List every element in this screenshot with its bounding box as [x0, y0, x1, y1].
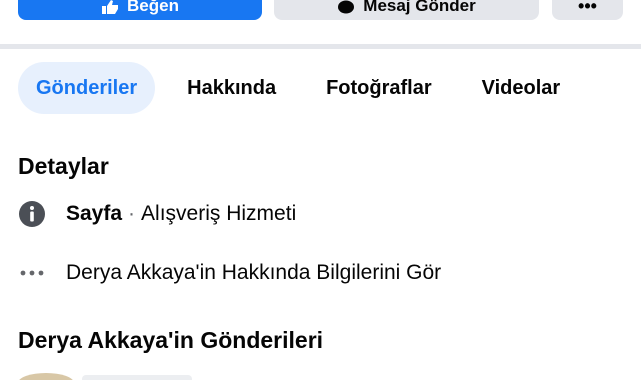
- messenger-icon: [337, 0, 355, 14]
- page-category: Alışveriş Hizmeti: [141, 202, 297, 225]
- tab-videos[interactable]: Videolar: [464, 62, 579, 114]
- like-button-label: Beğen: [127, 0, 179, 15]
- page-root: Beğen Mesaj Gönder ••• Gönderiler Hakkın…: [0, 0, 641, 380]
- section-divider: [0, 44, 641, 49]
- profile-tabs: Gönderiler Hakkında Fotoğraflar Videolar: [18, 62, 578, 114]
- more-options-button[interactable]: •••: [552, 0, 623, 20]
- page-type-row: Sayfa · Alışveriş Hizmeti: [18, 200, 296, 228]
- tab-about[interactable]: Hakkında: [169, 62, 294, 114]
- send-message-label: Mesaj Gönder: [363, 0, 476, 15]
- post-author-name[interactable]: [82, 375, 192, 380]
- avatar[interactable]: [18, 373, 74, 380]
- send-message-button[interactable]: Mesaj Gönder: [274, 0, 539, 20]
- ellipsis-icon: [18, 259, 46, 287]
- page-type-separator: ·: [128, 202, 136, 225]
- more-icon: •••: [578, 0, 597, 16]
- like-icon: [101, 0, 119, 14]
- page-type-label: Sayfa: [66, 202, 123, 225]
- details-heading: Detaylar: [18, 153, 109, 179]
- profile-actions: Beğen Mesaj Gönder •••: [18, 0, 623, 20]
- posts-heading: Derya Akkaya'in Gönderileri: [18, 327, 324, 353]
- see-about-row[interactable]: Derya Akkaya'in Hakkında Bilgilerini Gör: [18, 259, 441, 287]
- tab-photos[interactable]: Fotoğraflar: [308, 62, 450, 114]
- tab-posts[interactable]: Gönderiler: [18, 62, 156, 114]
- info-icon: [18, 200, 46, 228]
- like-button[interactable]: Beğen: [18, 0, 262, 20]
- see-about-link[interactable]: Derya Akkaya'in Hakkında Bilgilerini Gör: [66, 261, 441, 285]
